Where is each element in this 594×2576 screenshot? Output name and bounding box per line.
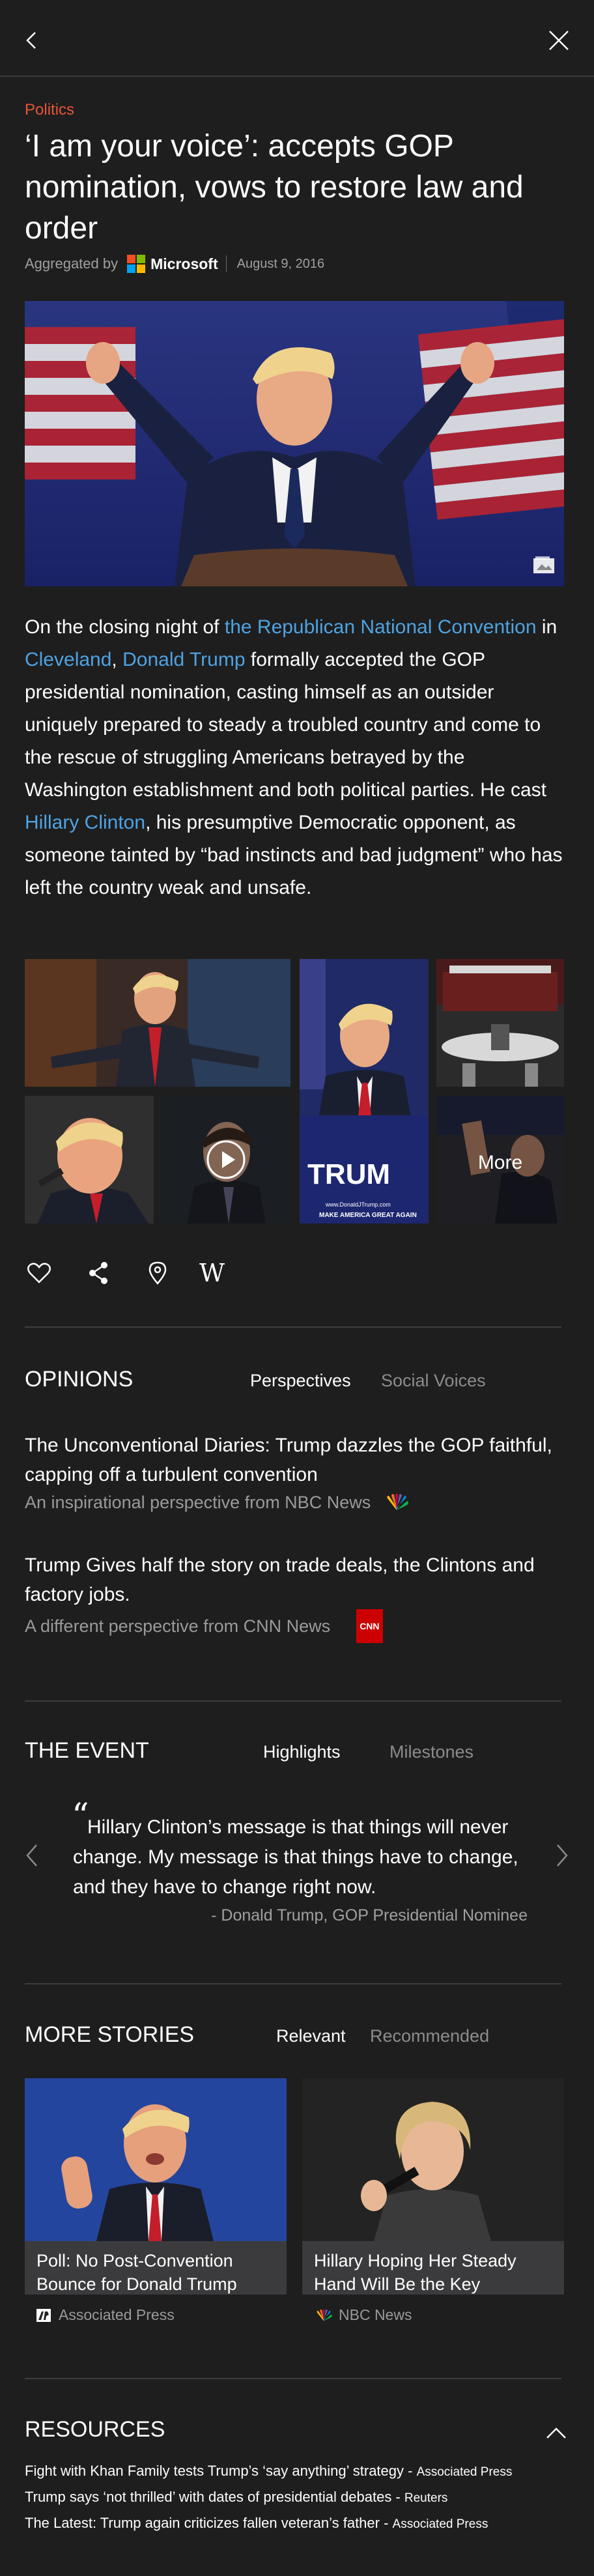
chevron-left-icon[interactable] xyxy=(20,27,46,53)
body-text: formally accepted the GOP presidential n… xyxy=(25,649,546,801)
more-label: More xyxy=(477,1152,523,1173)
divider xyxy=(25,1326,561,1328)
opinion-item[interactable]: Trump Gives half the story on trade deal… xyxy=(25,1551,572,1643)
story-image xyxy=(25,2078,287,2241)
link-republican-national-convention[interactable]: the Republican National Convention xyxy=(225,616,537,638)
opinion-item[interactable]: The Unconventional Diaries: Trump dazzle… xyxy=(25,1431,572,1515)
body-text: On the closing night of xyxy=(25,616,225,638)
more-media-button[interactable]: More xyxy=(436,1096,564,1224)
heart-icon[interactable] xyxy=(25,1259,53,1287)
opinion-title[interactable]: Trump Gives half the story on trade deal… xyxy=(25,1551,572,1609)
resource-link[interactable]: Fight with Khan Family tests Trump’s ‘sa… xyxy=(25,2459,578,2485)
opinion-title[interactable]: The Unconventional Diaries: Trump dazzle… xyxy=(25,1431,572,1489)
tab-relevant[interactable]: Relevant xyxy=(276,2026,346,2046)
event-title: THE EVENT xyxy=(25,1738,149,1763)
carousel-prev-icon[interactable] xyxy=(25,1841,40,1873)
wikipedia-glyph: W xyxy=(199,1259,225,1287)
opinion-source-text: An inspirational perspective from NBC Ne… xyxy=(25,1493,371,1512)
divider xyxy=(25,1700,561,1702)
resource-link[interactable]: Trump says ‘not thrilled’ with dates of … xyxy=(25,2485,578,2511)
resource-title[interactable]: Trump says ‘not thrilled’ with dates of … xyxy=(25,2489,404,2505)
byline-divider xyxy=(225,255,227,272)
resource-title[interactable]: Fight with Khan Family tests Trump’s ‘sa… xyxy=(25,2463,417,2479)
story-title[interactable]: Poll: No Post-Convention Bounce for Dona… xyxy=(36,2249,277,2295)
gallery-thumbnail[interactable] xyxy=(25,959,290,1087)
resources-title: RESOURCES xyxy=(25,2417,165,2442)
divider xyxy=(25,1983,561,1984)
quote-body: Hillary Clinton’s message is that things… xyxy=(73,1816,518,1898)
resource-link[interactable]: The Latest: Trump again criticizes falle… xyxy=(25,2511,578,2537)
nbc-peacock-icon xyxy=(317,2308,332,2321)
resource-source: Reuters xyxy=(404,2491,448,2505)
media-gallery: TRUM www.DonaldJTrump.com MAKE AMERICA G… xyxy=(25,959,564,1224)
cnn-logo-icon: CNN xyxy=(356,1609,383,1643)
provider-name: Microsoft xyxy=(150,255,218,272)
story-card[interactable]: Hillary Hoping Her Steady Hand Will Be t… xyxy=(302,2078,564,2295)
article-date: August 9, 2016 xyxy=(236,256,325,271)
byline: Aggregated by Microsoft August 9, 2016 xyxy=(25,254,324,274)
quote-text: Hillary Clinton’s message is that things… xyxy=(73,1812,529,1902)
chevron-up-icon[interactable] xyxy=(543,2422,569,2442)
close-icon[interactable] xyxy=(546,27,572,53)
article-headline: ‘I am your voice’: accepts GOP nominatio… xyxy=(25,129,524,246)
story-source: Associated Press xyxy=(36,2306,175,2324)
tab-perspectives[interactable]: Perspectives xyxy=(250,1371,351,1391)
tab-highlights[interactable]: Highlights xyxy=(263,1742,341,1762)
share-icon[interactable] xyxy=(85,1259,113,1287)
carousel-next-icon[interactable] xyxy=(554,1841,569,1873)
video-thumbnail[interactable] xyxy=(162,1096,290,1224)
divider xyxy=(25,2378,561,2379)
ap-logo-icon xyxy=(36,2308,51,2322)
body-text: , xyxy=(111,649,123,670)
article-body: On the closing night of the Republican N… xyxy=(25,611,572,904)
top-bar xyxy=(0,0,594,77)
story-source: NBC News xyxy=(314,2306,412,2324)
story-title[interactable]: Hillary Hoping Her Steady Hand Will Be t… xyxy=(314,2249,555,2295)
story-source-name: Associated Press xyxy=(59,2306,175,2323)
gallery-thumbnail[interactable] xyxy=(436,959,564,1087)
opinions-title: OPINIONS xyxy=(25,1367,134,1392)
microsoft-logo-icon xyxy=(127,255,146,273)
tab-social-voices[interactable]: Social Voices xyxy=(381,1371,486,1391)
body-text: in xyxy=(536,616,558,638)
opinion-desc: An inspirational perspective from NBC Ne… xyxy=(25,1489,572,1515)
resource-title[interactable]: The Latest: Trump again criticizes falle… xyxy=(25,2515,393,2531)
opinion-desc: A different perspective from CNN News CN… xyxy=(25,1609,572,1643)
play-icon[interactable] xyxy=(206,1139,246,1180)
link-cleveland[interactable]: Cleveland xyxy=(25,649,111,670)
aggregated-by-label: Aggregated by xyxy=(25,255,119,272)
wikipedia-icon[interactable]: W xyxy=(199,1259,238,1287)
quote-attribution: - Donald Trump, GOP Presidential Nominee xyxy=(211,1906,528,1925)
more-stories-title: MORE STORIES xyxy=(25,2022,195,2047)
gallery-thumbnail[interactable] xyxy=(25,1096,154,1224)
resource-source: Associated Press xyxy=(416,2465,513,2479)
opinion-source-text: A different perspective from CNN News xyxy=(25,1616,331,1636)
story-source-name: NBC News xyxy=(339,2306,412,2323)
sign-subtext: MAKE AMERICA GREAT AGAIN xyxy=(319,1212,417,1219)
nbc-peacock-icon xyxy=(387,1493,409,1510)
sign-url: www.DonaldJTrump.com xyxy=(325,1201,391,1208)
article-actions: W xyxy=(25,1259,285,1287)
story-image xyxy=(302,2078,564,2241)
link-hillary-clinton[interactable]: Hillary Clinton xyxy=(25,812,145,833)
story-card[interactable]: Poll: No Post-Convention Bounce for Dona… xyxy=(25,2078,287,2295)
tab-recommended[interactable]: Recommended xyxy=(370,2026,489,2046)
gallery-icon[interactable] xyxy=(533,556,555,577)
tab-milestones[interactable]: Milestones xyxy=(389,1742,474,1762)
map-pin-icon[interactable] xyxy=(143,1259,172,1287)
hero-image[interactable] xyxy=(25,301,564,586)
sign-text: TRUM xyxy=(307,1158,390,1190)
quote-carousel: “ Hillary Clinton’s message is that thin… xyxy=(0,1798,594,1935)
gallery-thumbnail[interactable]: TRUM www.DonaldJTrump.com MAKE AMERICA G… xyxy=(300,959,429,1224)
resource-source: Associated Press xyxy=(392,2517,488,2531)
resources-list: Fight with Khan Family tests Trump’s ‘sa… xyxy=(25,2459,578,2537)
category-label[interactable]: Politics xyxy=(25,101,74,119)
link-donald-trump[interactable]: Donald Trump xyxy=(122,649,245,670)
